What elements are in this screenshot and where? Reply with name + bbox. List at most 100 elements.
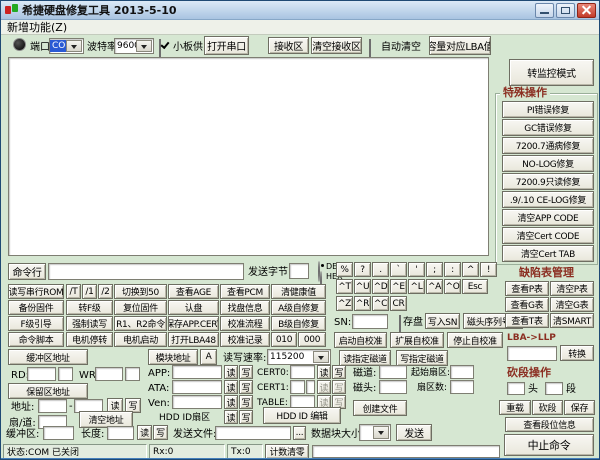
key-ctrl-e[interactable]: ^E xyxy=(390,279,407,294)
extend-selfscan-button[interactable]: 扩展自校准 xyxy=(390,332,444,348)
length-input[interactable] xyxy=(107,426,134,440)
menu-item-new-features[interactable]: 新增功能(Z) xyxy=(7,19,67,35)
cert0-input[interactable] xyxy=(290,365,315,379)
hdd-id-edit-button[interactable]: HDD ID 编辑 xyxy=(263,407,341,424)
lba-convert-input[interactable] xyxy=(507,346,557,361)
close-button[interactable] xyxy=(577,3,596,18)
key-question[interactable]: ? xyxy=(354,262,371,277)
ven-write-button[interactable]: 写 xyxy=(239,395,253,409)
slash-2-button[interactable]: /2 xyxy=(98,284,113,299)
b-level-self-fix-button[interactable]: B级自修复 xyxy=(271,316,326,331)
ven-input[interactable] xyxy=(172,395,222,409)
receive-area-button[interactable]: 接收区 xyxy=(268,37,309,54)
pi-error-fix-button[interactable]: PI错误修复 xyxy=(502,101,594,118)
7200-7-fix-button[interactable]: 7200.7通病修复 xyxy=(502,137,594,154)
key-ctrl-l[interactable]: ^L xyxy=(408,279,425,294)
save-button[interactable]: 保存 xyxy=(564,400,595,415)
ata-input[interactable] xyxy=(172,380,222,394)
convert-button[interactable]: 转换 xyxy=(560,345,594,361)
force-rw-button[interactable]: 强制读写 xyxy=(66,316,113,331)
key-ctrl-z[interactable]: ^Z xyxy=(336,296,353,311)
capacity-lba-button[interactable]: 容量对应LBA值 xyxy=(429,36,491,55)
key-ctrl-t[interactable]: ^T xyxy=(336,279,353,294)
view-pcm-button[interactable]: 查看PCM xyxy=(220,284,270,299)
buffer-read-button[interactable]: 读 xyxy=(137,425,152,440)
7200-9-readonly-fix-button[interactable]: 7200.9只读修复 xyxy=(502,173,594,190)
start-sector-input[interactable] xyxy=(450,365,474,379)
switch-to-50-button[interactable]: 切换到50 xyxy=(114,284,167,299)
app-write-button[interactable]: 写 xyxy=(239,365,253,379)
browse-file-button[interactable]: ... xyxy=(293,426,306,440)
key-ctrl-r[interactable]: ^R xyxy=(354,296,371,311)
clear-p-list-button[interactable]: 清空P表 xyxy=(550,281,594,296)
module-a-button[interactable]: A xyxy=(200,349,217,365)
create-file-button[interactable]: 创建文件 xyxy=(353,400,407,416)
minimize-button[interactable] xyxy=(535,3,554,18)
disk-info-button[interactable]: 找盘信息 xyxy=(220,300,270,315)
clear-cert-code-button[interactable]: 清空Cert CODE xyxy=(502,227,594,244)
receive-output-area[interactable] xyxy=(8,57,489,256)
open-serial-button[interactable]: 打开串口 xyxy=(204,36,249,55)
clear-app-code-button[interactable]: 清空APP CODE xyxy=(502,209,594,226)
calib-record-button[interactable]: 校准记录 xyxy=(220,332,270,347)
identify-disk-button[interactable]: 认盘 xyxy=(168,300,219,315)
send-button[interactable]: 发送 xyxy=(396,424,432,441)
ata-read-button[interactable]: 读 xyxy=(224,380,238,394)
backup-firmware-button[interactable]: 备份固件 xyxy=(8,300,64,315)
send-bytes-input[interactable] xyxy=(289,263,309,279)
chevron-down-icon[interactable] xyxy=(313,351,329,363)
key-ctrl-d[interactable]: ^D xyxy=(372,279,389,294)
view-g-list-button[interactable]: 查看G表 xyxy=(505,297,549,312)
monitor-mode-button[interactable]: 转监控模式 xyxy=(509,59,594,86)
stop-selfscan-button[interactable]: 停止自校准 xyxy=(447,332,503,348)
key-000-button[interactable]: 000 xyxy=(298,332,326,347)
rw-serial-rom-button[interactable]: 读写串行ROM xyxy=(8,284,64,299)
module-addr-button[interactable]: 模块地址 xyxy=(148,349,198,365)
view-t-list-button[interactable]: 查看T表 xyxy=(505,313,549,328)
head-input[interactable] xyxy=(379,380,407,394)
key-colon[interactable]: : xyxy=(444,262,461,277)
ce-log-fix-button[interactable]: .9/.10 CE-LOG修复 xyxy=(502,191,594,208)
key-dot[interactable]: . xyxy=(372,262,389,277)
motor-stop-button[interactable]: 电机停转 xyxy=(66,332,113,347)
open-lba48-button[interactable]: 打开LBA48 xyxy=(168,332,219,347)
reserved-addr-button[interactable]: 保留区地址 xyxy=(8,383,88,399)
gc-error-fix-button[interactable]: GC错误修复 xyxy=(502,119,594,136)
key-caret[interactable]: ^ xyxy=(462,262,479,277)
buffer-input[interactable] xyxy=(43,426,74,440)
clear-smart-button[interactable]: 清SMART xyxy=(550,313,594,328)
ven-read-button[interactable]: 读 xyxy=(224,395,238,409)
reload-button[interactable]: 重载 xyxy=(499,400,531,415)
clear-count-button[interactable]: 计数清零 xyxy=(265,444,309,459)
baud-select[interactable]: 9600 xyxy=(114,38,154,54)
slash-t-button[interactable]: /T xyxy=(66,284,81,299)
rd-input-2[interactable] xyxy=(58,367,73,381)
cut-segment-button[interactable]: 砍段 xyxy=(532,400,563,415)
hdd-id-write-button[interactable]: 写 xyxy=(239,410,253,424)
clear-health-button[interactable]: 清健康值 xyxy=(271,284,326,299)
view-age-button[interactable]: 查看AGE xyxy=(168,284,219,299)
buffer-addr-button[interactable]: 缓冲区地址 xyxy=(8,349,88,365)
f-level-boot-button[interactable]: F级引导 xyxy=(8,316,64,331)
key-exclaim[interactable]: ! xyxy=(480,262,497,277)
key-ctrl-a[interactable]: ^A xyxy=(426,279,443,294)
to-f-level-button[interactable]: 转F级 xyxy=(66,300,113,315)
write-track-button[interactable]: 写指定磁道 xyxy=(396,350,448,366)
slash-1-button[interactable]: /1 xyxy=(82,284,97,299)
key-semicolon[interactable]: ; xyxy=(426,262,443,277)
cut-seg-input[interactable] xyxy=(545,382,563,395)
read-track-button[interactable]: 读指定磁道 xyxy=(339,350,391,366)
key-010-button[interactable]: 010 xyxy=(271,332,297,347)
app-read-button[interactable]: 读 xyxy=(224,365,238,379)
r1-r2-command-button[interactable]: R1、R2命令 xyxy=(114,316,167,331)
cert1-read-button[interactable]: 读 xyxy=(317,380,331,394)
chevron-down-icon[interactable] xyxy=(136,40,152,52)
key-backtick[interactable]: ` xyxy=(390,262,407,277)
command-input[interactable] xyxy=(48,263,244,280)
clear-receive-button[interactable]: 清空接收区 xyxy=(311,37,362,54)
rd-input-1[interactable] xyxy=(27,367,56,381)
a-level-self-fix-button[interactable]: A级自修复 xyxy=(271,300,326,315)
clear-cert-tab-button[interactable]: 清空Cert TAB xyxy=(502,245,594,262)
key-esc[interactable]: Esc xyxy=(462,279,488,294)
clear-g-list-button[interactable]: 清空G表 xyxy=(550,297,594,312)
